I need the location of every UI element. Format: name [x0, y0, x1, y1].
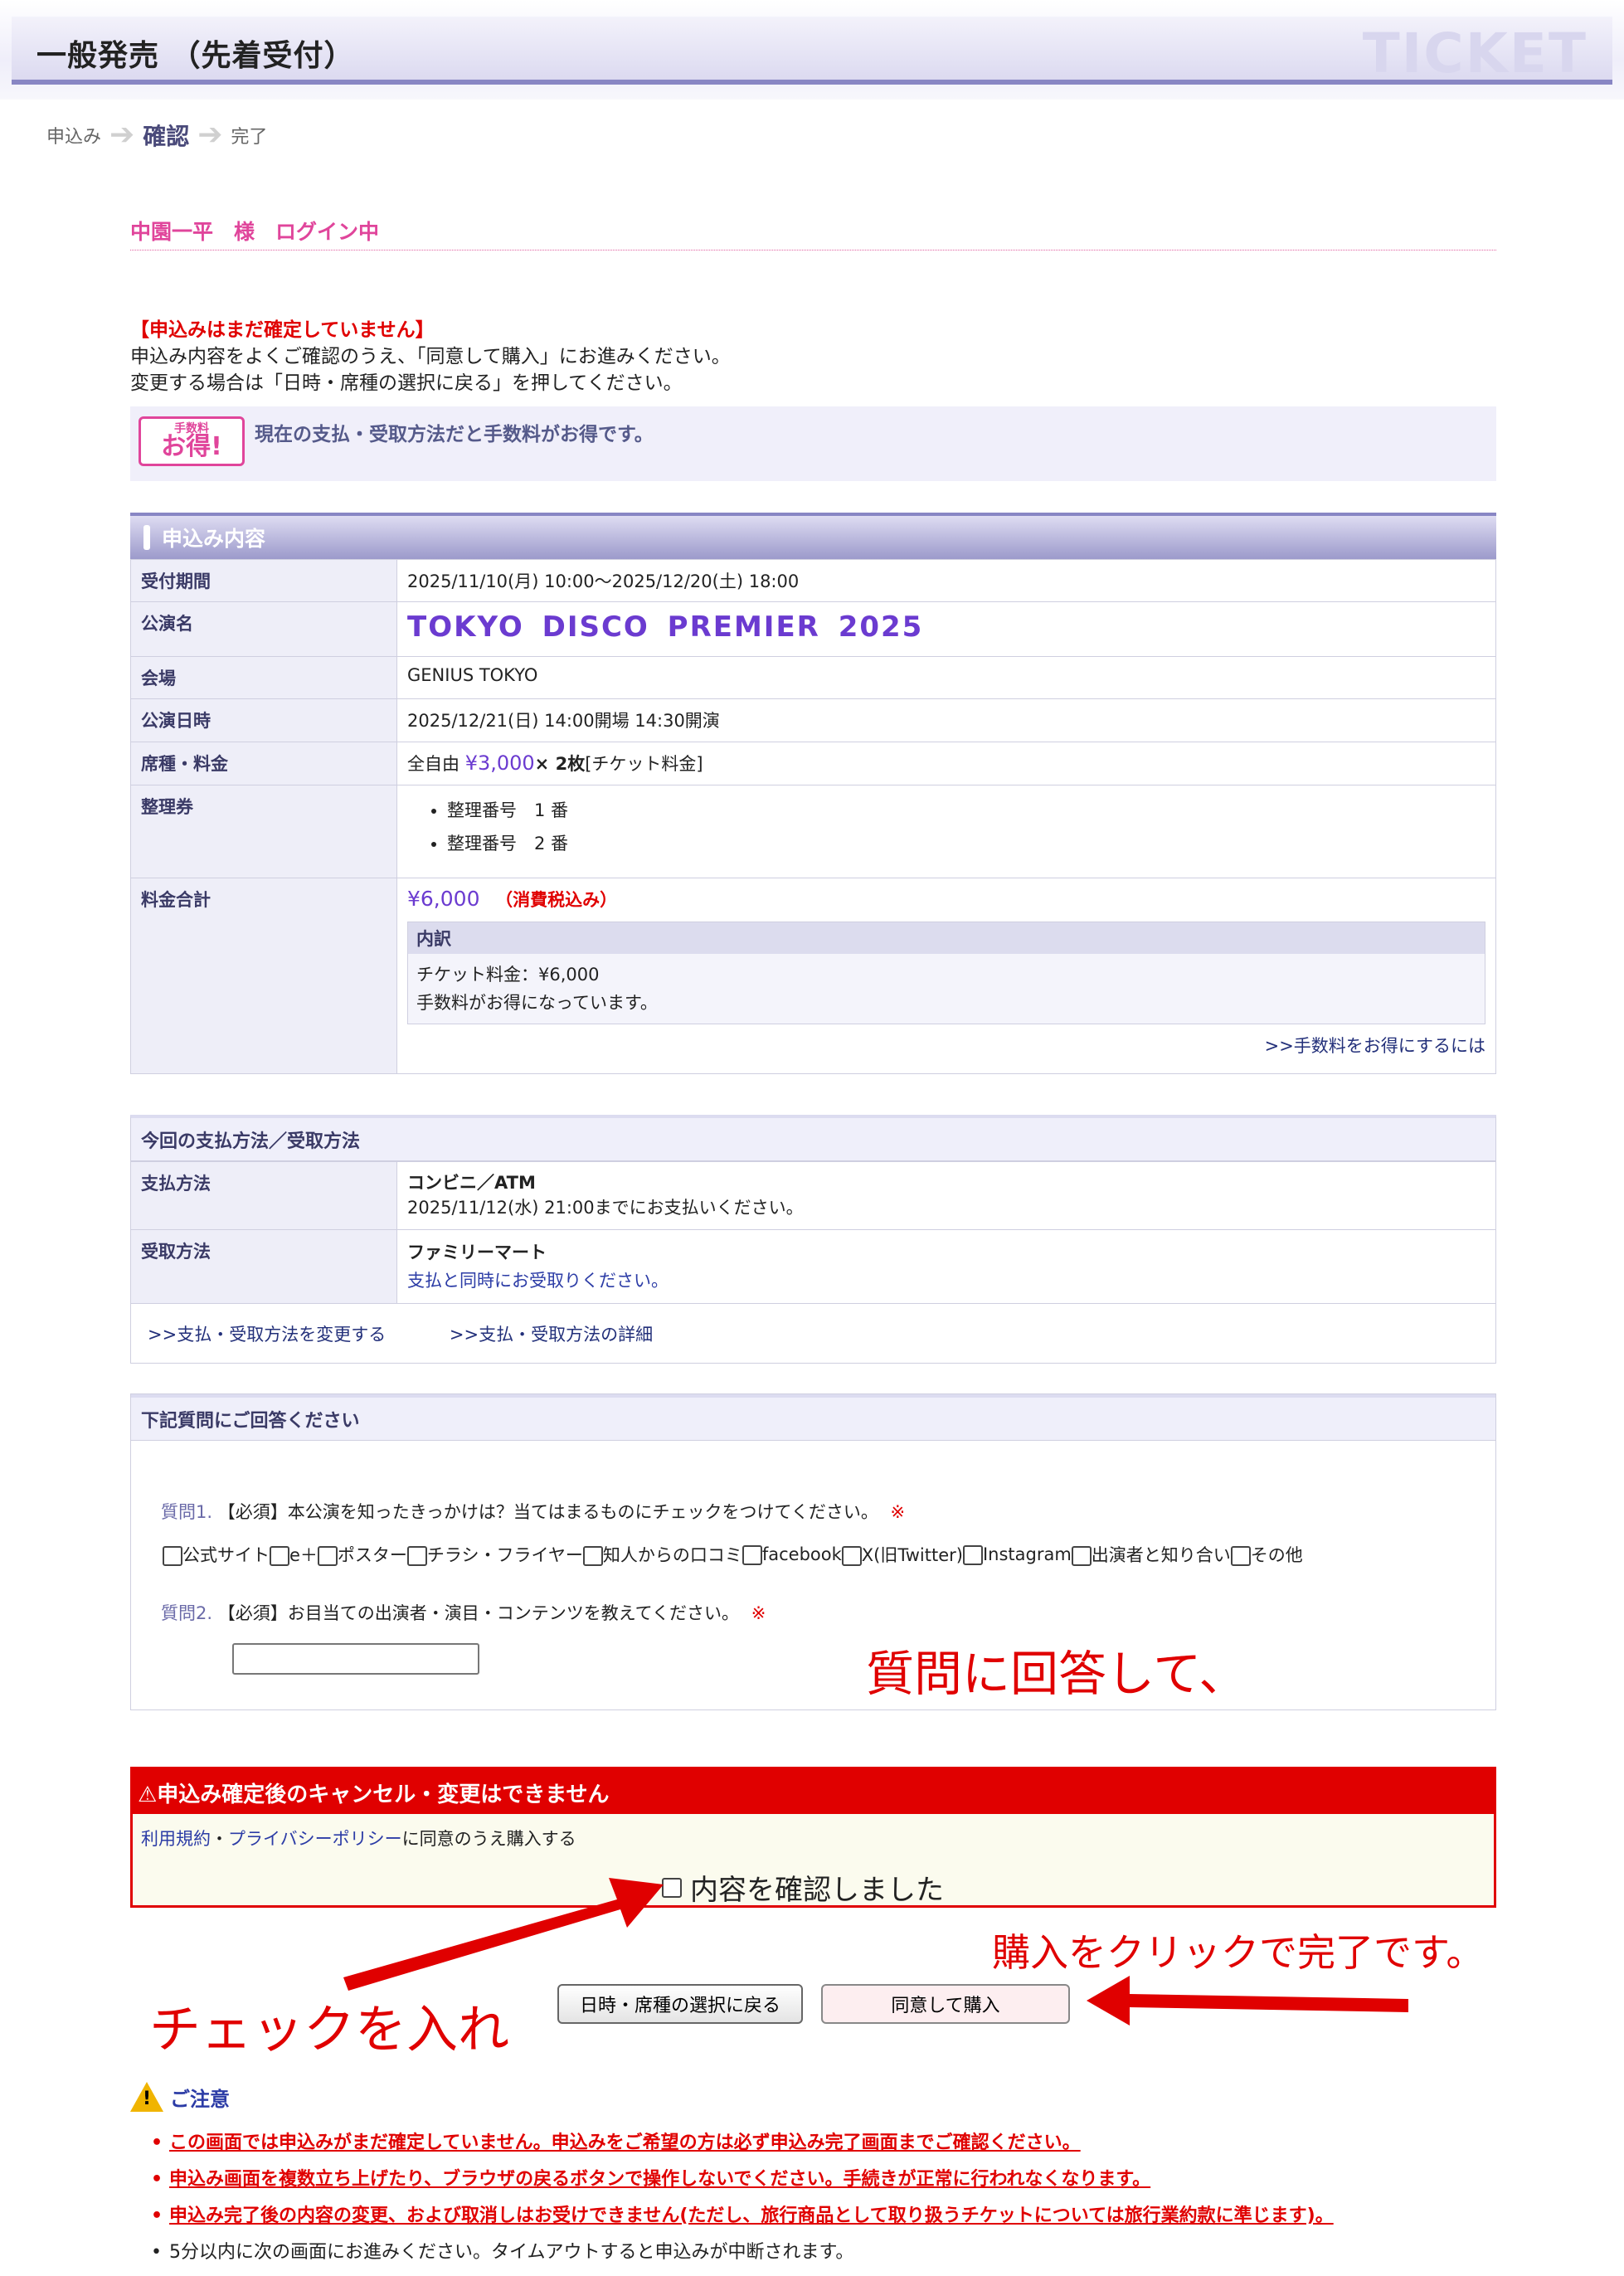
arrow-to-purchase-icon — [1087, 1976, 1408, 2026]
list-item: • 5分以内に次の画面にお進みください。タイムアウトすると申込みが中断されます。 — [151, 2242, 854, 2263]
back-to-selection-button[interactable]: 日時・席種の選択に戻る — [557, 1984, 803, 2024]
caution-title: ご注意 — [170, 2087, 230, 2111]
annotation-arrows — [343, 1878, 1408, 2026]
list-item: • 申込み完了後の内容の変更、および取消しはお受けできません(ただし、旅行商品とし… — [151, 2205, 1334, 2226]
list-item: • この画面では申込みがまだ確定していません。申込みをご希望の方は必ず申込み完了画… — [151, 2133, 1081, 2153]
agree-purchase-button[interactable]: 同意して購入 — [821, 1984, 1070, 2024]
warning-icon: ! — [130, 2082, 163, 2112]
annotation-check: チェックを入れ — [149, 1999, 510, 2060]
caution-list: • この画面では申込みがまだ確定していません。申込みをご希望の方は必ず申込み完了画… — [151, 2125, 1334, 2271]
list-item: • 申込み画面を複数立ち上げたり、ブラウザの戻るボタンで操作しないでください。手続… — [151, 2169, 1151, 2190]
arrow-to-checkbox-icon — [343, 1878, 664, 1991]
caution-heading: ! ご注意 — [130, 2082, 230, 2112]
